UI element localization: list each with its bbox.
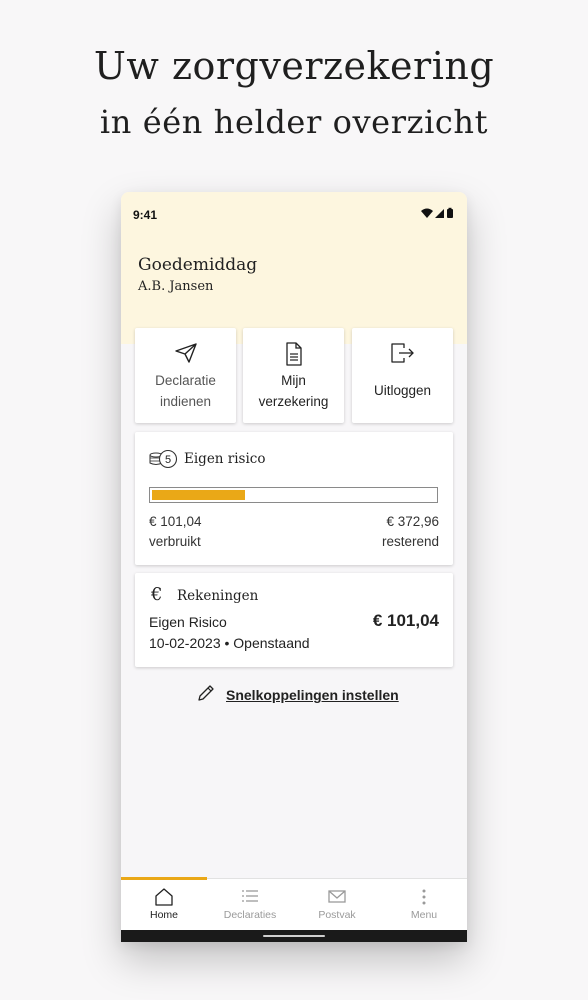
invoice-amount: € 101,04 bbox=[372, 611, 439, 630]
promo-subheadline: in één helder overzicht bbox=[99, 103, 489, 141]
gesture-bar[interactable] bbox=[263, 935, 325, 937]
paper-plane-icon bbox=[135, 342, 236, 366]
coin-number: 5 bbox=[165, 454, 171, 466]
gesture-area bbox=[121, 930, 467, 942]
pencil-icon bbox=[196, 683, 216, 708]
logout-icon bbox=[352, 342, 453, 366]
declaratie-label-line1: Declaratie bbox=[155, 373, 216, 388]
eigen-risico-progress bbox=[149, 487, 438, 503]
greeting: Goedemiddag bbox=[138, 255, 258, 275]
nav-menu-label: Menu bbox=[410, 909, 438, 921]
bottom-navigation: Home Declaraties Postvak Menu bbox=[121, 877, 467, 931]
list-icon bbox=[207, 888, 293, 904]
signal-icon bbox=[435, 209, 444, 218]
used-amount: € 101,04 bbox=[149, 514, 202, 529]
document-icon bbox=[243, 342, 344, 366]
euro-icon: € bbox=[151, 584, 163, 605]
mijn-verzekering-button[interactable]: Mijn verzekering bbox=[243, 328, 344, 423]
nav-declaraties-label: Declaraties bbox=[223, 909, 277, 921]
remaining-label: resterend bbox=[381, 534, 439, 549]
mijn-verzekering-label-line1: Mijn bbox=[281, 373, 306, 388]
declaratie-indienen-button[interactable]: Declaratie indienen bbox=[135, 328, 236, 423]
rekeningen-card[interactable]: € Rekeningen Eigen Risico € 101,04 10-02… bbox=[135, 573, 453, 667]
user-name: A.B. Jansen bbox=[138, 279, 214, 294]
mijn-verzekering-label-line2: verzekering bbox=[258, 394, 329, 409]
snelkoppelingen-label: Snelkoppelingen instellen bbox=[226, 687, 399, 703]
eigen-risico-progress-fill bbox=[152, 490, 245, 500]
nav-home-label: Home bbox=[149, 909, 178, 921]
nav-menu[interactable]: Menu bbox=[381, 879, 467, 931]
snelkoppelingen-link[interactable]: Snelkoppelingen instellen bbox=[196, 684, 399, 706]
eigen-risico-card[interactable]: 5 Eigen risico € 101,04 verbruikt € 372,… bbox=[135, 432, 453, 565]
nav-postvak-label: Postvak bbox=[318, 909, 356, 921]
rekeningen-title: Rekeningen bbox=[177, 588, 259, 604]
wifi-icon bbox=[421, 208, 433, 218]
eigen-risico-title: Eigen risico bbox=[184, 451, 266, 467]
envelope-icon bbox=[294, 888, 380, 904]
phone-screen: 9:41 Goedemiddag A.B. Jansen Declaratie … bbox=[121, 192, 467, 942]
nav-home[interactable]: Home bbox=[121, 879, 207, 931]
uitloggen-label: Uitloggen bbox=[373, 383, 432, 398]
invoice-name: Eigen Risico bbox=[149, 614, 227, 630]
remaining-amount: € 372,96 bbox=[386, 514, 439, 529]
uitloggen-button[interactable]: Uitloggen bbox=[352, 328, 453, 423]
used-label: verbruikt bbox=[149, 534, 201, 549]
status-time: 9:41 bbox=[133, 208, 158, 222]
more-vertical-icon bbox=[381, 888, 467, 906]
promo-headline: Uw zorgverzekering bbox=[93, 44, 495, 88]
coins-icon: 5 bbox=[149, 449, 179, 474]
nav-postvak[interactable]: Postvak bbox=[294, 879, 380, 931]
declaratie-label-line2: indienen bbox=[159, 394, 212, 409]
home-icon bbox=[121, 888, 207, 906]
invoice-meta: 10-02-2023 • Openstaand bbox=[149, 635, 310, 651]
status-icons bbox=[421, 206, 455, 220]
nav-declaraties[interactable]: Declaraties bbox=[207, 879, 293, 931]
battery-icon bbox=[447, 207, 453, 218]
